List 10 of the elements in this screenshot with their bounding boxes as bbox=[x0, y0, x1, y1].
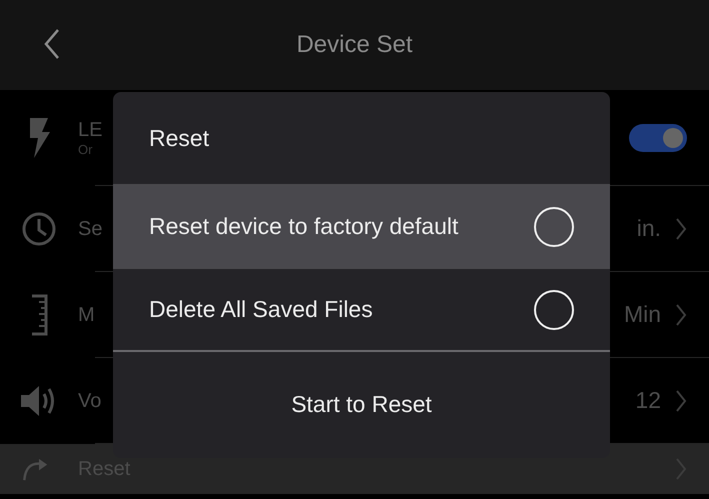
dialog-title: Reset bbox=[149, 124, 210, 153]
screen-title: Device Set bbox=[296, 30, 413, 60]
setting-label: M bbox=[78, 302, 95, 326]
setting-label: Vo bbox=[78, 388, 102, 412]
setting-value: in. bbox=[636, 214, 661, 244]
setting-description: Or bbox=[78, 142, 92, 158]
setting-value: Min bbox=[624, 300, 661, 330]
setting-label: LE bbox=[78, 118, 102, 142]
setting-label: Se bbox=[78, 216, 102, 240]
setting-value: 12 bbox=[635, 386, 661, 416]
